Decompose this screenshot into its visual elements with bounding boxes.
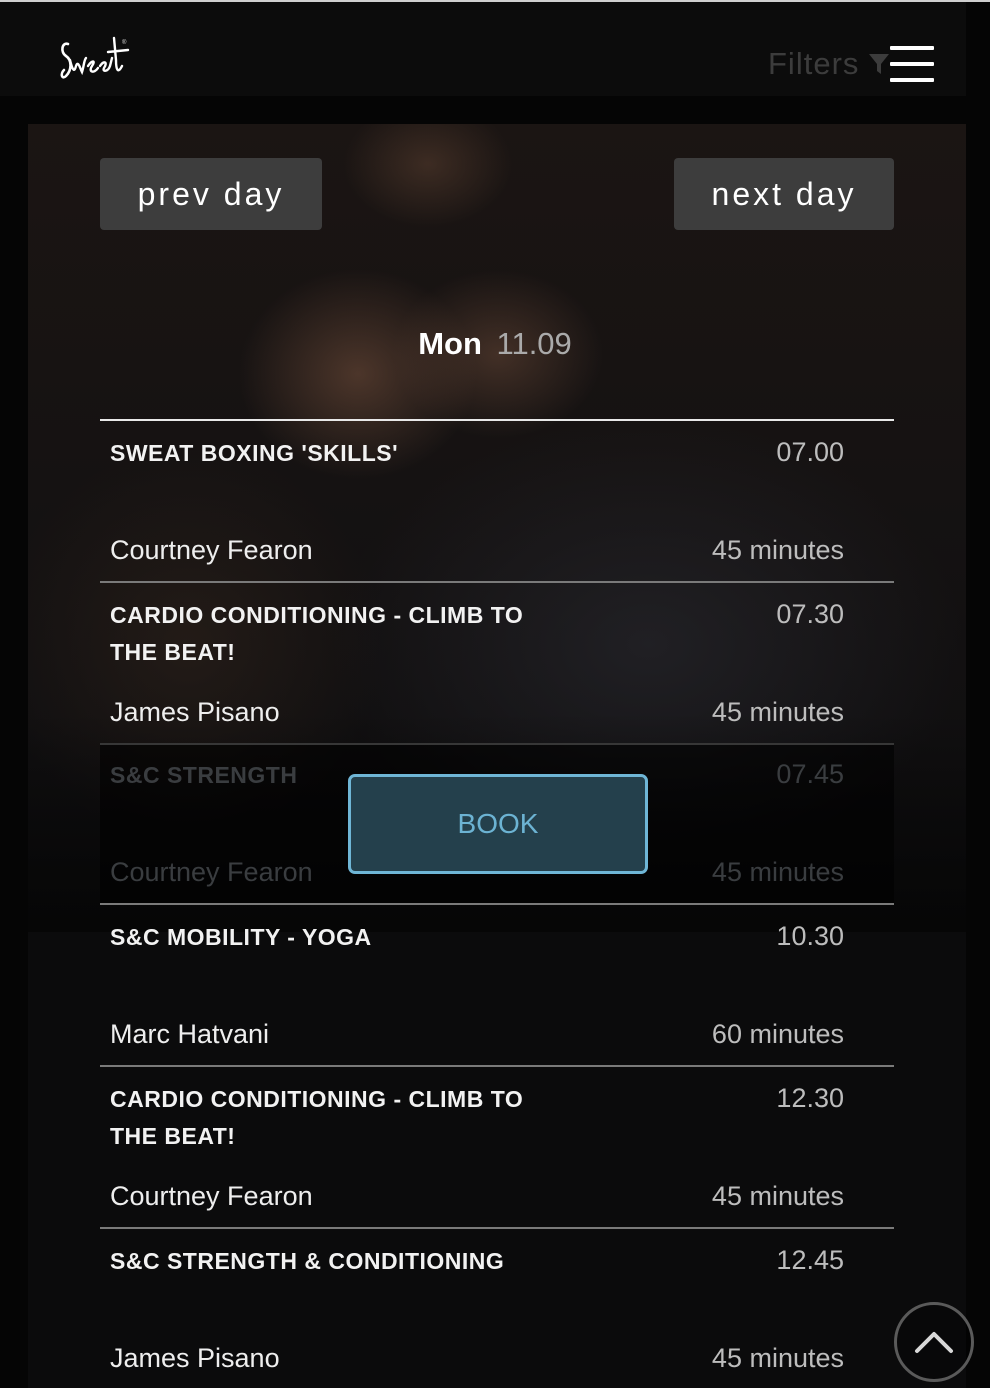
- class-time: 12.30: [776, 1083, 844, 1113]
- class-duration: 45 minutes: [711, 1181, 844, 1211]
- class-duration: 60 minutes: [711, 1019, 844, 1049]
- book-button[interactable]: BOOK: [348, 774, 648, 874]
- filters-label[interactable]: Filters: [768, 46, 859, 82]
- hamburger-menu-icon[interactable]: [888, 44, 936, 84]
- class-time: 07.00: [776, 437, 844, 467]
- chevron-up-icon: [915, 1332, 953, 1353]
- page: ® Filters prev day next day Mon 11.09 SW…: [0, 0, 990, 1388]
- class-row[interactable]: CARDIO CONDITIONING - CLIMB TO THE BEAT!…: [100, 583, 894, 745]
- class-instructor: James Pisano: [110, 1343, 280, 1373]
- class-row[interactable]: CARDIO CONDITIONING - CLIMB TO THE BEAT!…: [100, 1067, 894, 1229]
- header-bar: ® Filters: [0, 2, 966, 96]
- class-title: CARDIO CONDITIONING - CLIMB TO THE BEAT!: [110, 1086, 524, 1149]
- class-row[interactable]: S&C MOBILITY - YOGA 10.30 Marc Hatvani 6…: [100, 905, 894, 1067]
- class-time: 12.45: [776, 1245, 844, 1275]
- class-duration: 45 minutes: [711, 1343, 844, 1373]
- class-instructor: James Pisano: [110, 697, 280, 727]
- prev-day-button[interactable]: prev day: [100, 158, 322, 230]
- class-duration: 45 minutes: [711, 697, 844, 727]
- class-time: 07.45: [776, 759, 844, 789]
- svg-text:®: ®: [122, 39, 127, 46]
- funnel-icon[interactable]: [868, 52, 890, 76]
- class-title: S&C STRENGTH & CONDITIONING: [110, 1248, 505, 1274]
- scroll-to-top-button[interactable]: [894, 1302, 974, 1382]
- class-instructor: Courtney Fearon: [110, 857, 313, 887]
- date-weekday: Mon: [418, 326, 482, 361]
- class-time: 10.30: [776, 921, 844, 951]
- class-duration: 45 minutes: [711, 535, 844, 565]
- class-title: CARDIO CONDITIONING - CLIMB TO THE BEAT!: [110, 602, 524, 665]
- class-title: SWEAT BOXING 'SKILLS': [110, 440, 399, 466]
- next-day-button[interactable]: next day: [674, 158, 894, 230]
- current-date: Mon 11.09: [0, 326, 990, 362]
- class-instructor: Courtney Fearon: [110, 535, 313, 565]
- class-instructor: Courtney Fearon: [110, 1181, 313, 1211]
- sweat-logo-icon[interactable]: ®: [58, 30, 138, 100]
- class-instructor: Marc Hatvani: [110, 1019, 270, 1049]
- class-row[interactable]: S&C STRENGTH & CONDITIONING 12.45 James …: [100, 1229, 894, 1388]
- class-time: 07.30: [776, 599, 844, 629]
- class-title: S&C MOBILITY - YOGA: [110, 924, 372, 950]
- date-day-month: 11.09: [496, 326, 572, 361]
- class-duration: 45 minutes: [711, 857, 844, 887]
- class-row[interactable]: SWEAT BOXING 'SKILLS' 07.00 Courtney Fea…: [100, 421, 894, 583]
